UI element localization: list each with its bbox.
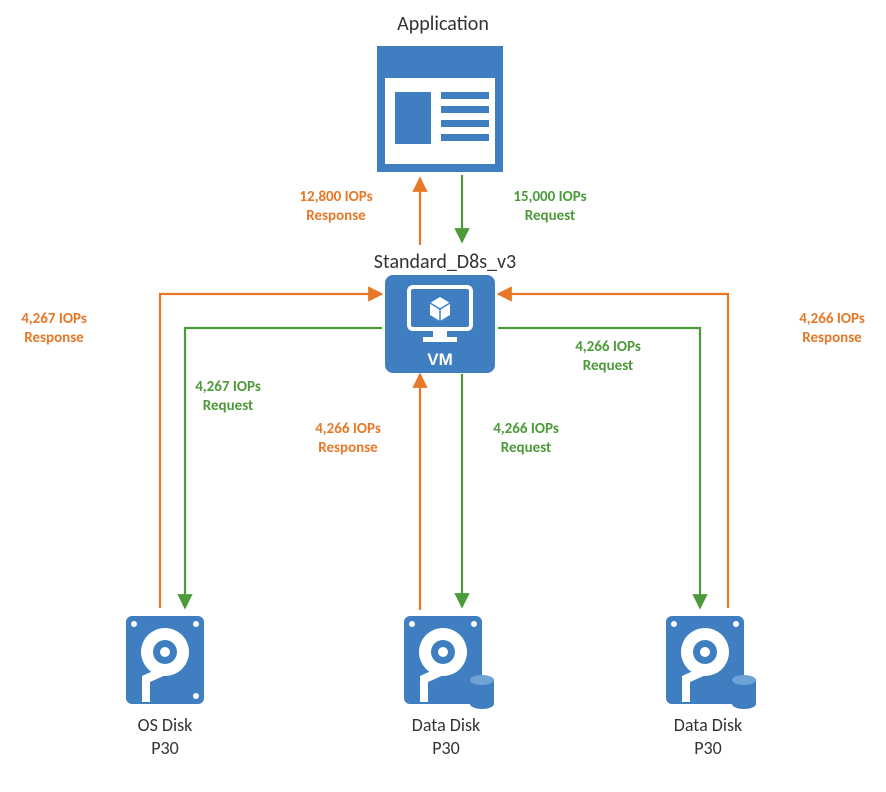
data-disk-1-label: Data Disk P30	[386, 714, 506, 759]
vm-title: Standard_D8s_v3	[355, 250, 535, 274]
application-title: Application	[378, 12, 508, 36]
os-disk-label: OS Disk P30	[110, 714, 220, 759]
application-icon	[375, 44, 505, 179]
data-disk-2-label: Data Disk P30	[648, 714, 768, 759]
osdisk-response-label: 4,267 IOPsResponse	[4, 310, 104, 348]
osdisk-request-label: 4,267 IOPsRequest	[178, 378, 278, 416]
vm-caption: VM	[427, 350, 453, 369]
data2-request-label: 4,266 IOPsRequest	[558, 338, 658, 376]
app-request-label: 15,000 IOPsRequest	[490, 188, 610, 226]
data2-response-label: 4,266 IOPsResponse	[782, 310, 882, 348]
data1-request-label: 4,266 IOPsRequest	[476, 420, 576, 458]
os-disk-icon	[120, 610, 210, 715]
app-response-label: 12,800 IOPsResponse	[276, 188, 396, 226]
data-disk-2-icon	[660, 610, 760, 715]
vm-icon: VM	[385, 275, 495, 378]
data-disk-1-icon	[398, 610, 498, 715]
data1-response-label: 4,266 IOPsResponse	[298, 420, 398, 458]
